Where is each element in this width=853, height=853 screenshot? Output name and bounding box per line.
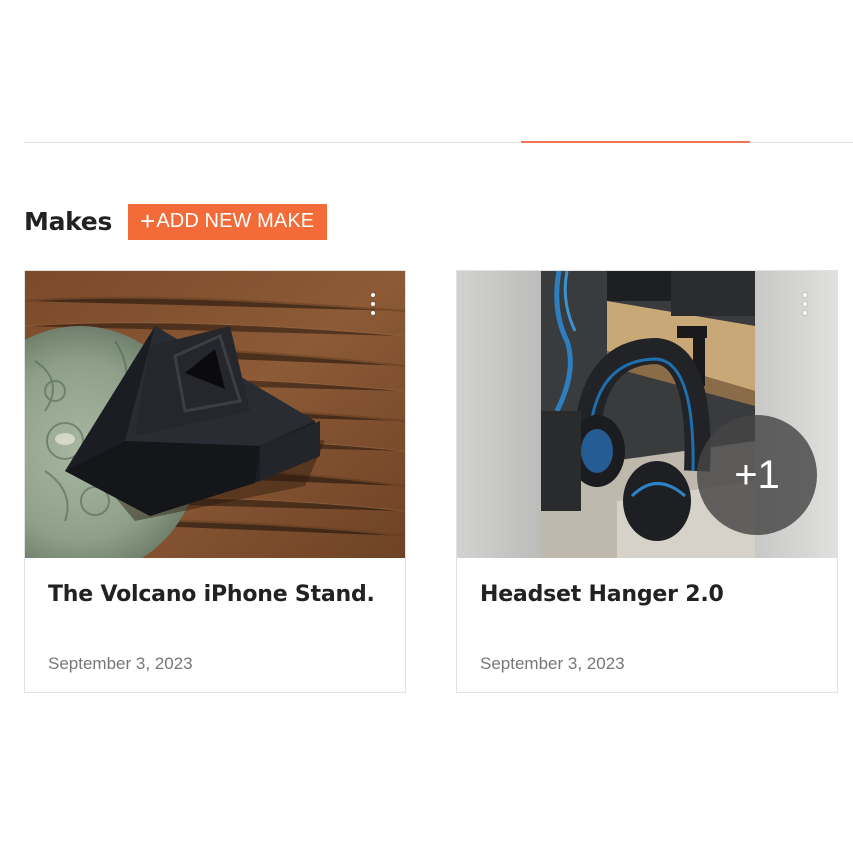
make-date: September 3, 2023	[480, 654, 625, 673]
kebab-dot-icon	[371, 311, 375, 315]
kebab-dot-icon	[803, 302, 807, 306]
kebab-dot-icon	[803, 311, 807, 315]
active-tab-indicator	[521, 141, 750, 143]
kebab-dot-icon	[803, 293, 807, 297]
makes-page: Makes + ADD NEW MAKE The Volcano iPhone …	[0, 0, 853, 853]
card-options-button[interactable]	[365, 287, 381, 321]
kebab-dot-icon	[371, 302, 375, 306]
make-date: September 3, 2023	[48, 654, 193, 673]
add-new-make-button[interactable]: + ADD NEW MAKE	[128, 203, 328, 240]
kebab-dot-icon	[371, 293, 375, 297]
make-card[interactable]: +1 Headset Hanger 2.0 September 3, 2023	[456, 270, 838, 693]
section-title: Makes	[24, 207, 113, 236]
more-photos-badge[interactable]: +1	[697, 415, 817, 535]
make-photo[interactable]: +1	[457, 271, 837, 558]
add-new-make-label: ADD NEW MAKE	[156, 210, 315, 232]
volcano-stand-photo	[25, 271, 405, 558]
card-options-button[interactable]	[797, 287, 813, 321]
make-card[interactable]: The Volcano iPhone Stand. September 3, 2…	[24, 270, 406, 693]
make-title[interactable]: The Volcano iPhone Stand.	[48, 582, 375, 607]
plus-icon: +	[140, 205, 156, 236]
make-photo[interactable]	[25, 271, 405, 558]
make-title[interactable]: Headset Hanger 2.0	[480, 582, 724, 607]
makes-header: Makes + ADD NEW MAKE	[24, 203, 328, 240]
